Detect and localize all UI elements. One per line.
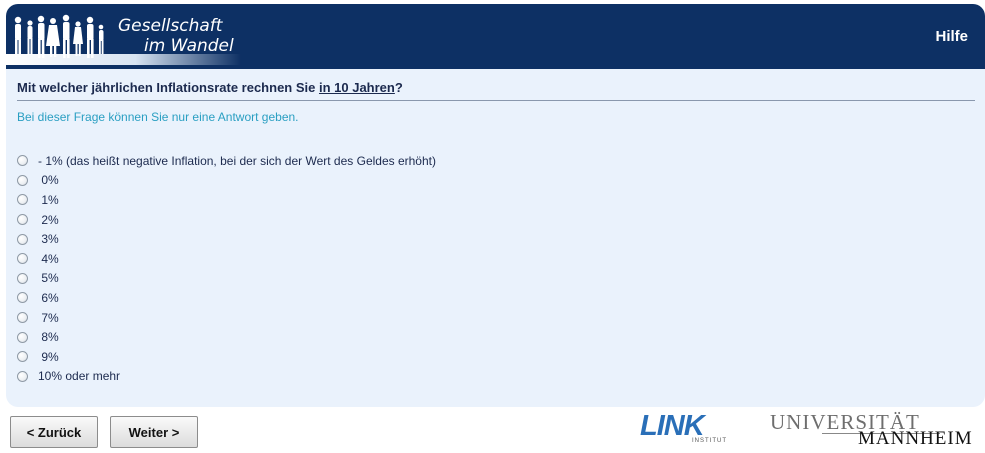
- option-6[interactable]: 6%: [17, 288, 436, 308]
- brand-title: Gesellschaft im Wandel: [118, 16, 234, 56]
- back-button[interactable]: < Zurück: [10, 416, 98, 448]
- next-button[interactable]: Weiter >: [110, 416, 198, 448]
- option-2[interactable]: 2%: [17, 210, 436, 230]
- question-time-emphasis: in 10 Jahren: [318, 80, 395, 95]
- people-silhouette-icon: [14, 14, 104, 58]
- link-institut-logo: LINK INSTITUT: [640, 410, 735, 450]
- help-link[interactable]: Hilfe: [935, 28, 968, 45]
- option-1[interactable]: 1%: [17, 190, 436, 210]
- gesellschaft-im-wandel-logo: Gesellschaft im Wandel: [6, 4, 241, 69]
- option-label: - 1% (das heißt negative Inflation, bei …: [38, 153, 436, 168]
- brand-line-1: Gesellschaft: [118, 16, 223, 36]
- option-label: 2%: [38, 212, 59, 227]
- radio-button[interactable]: [17, 214, 28, 226]
- radio-button[interactable]: [17, 370, 28, 382]
- question-text-end: ?: [394, 80, 403, 95]
- question-text-start: Mit welcher jährlichen Inflationsrate re…: [17, 80, 319, 95]
- radio-button[interactable]: [17, 253, 28, 265]
- brand-line-2: im Wandel: [144, 36, 234, 56]
- option-label: 0%: [38, 173, 59, 188]
- radio-button[interactable]: [17, 155, 28, 167]
- option-label: 9%: [38, 349, 59, 364]
- option-10-or-more[interactable]: 10% oder mehr: [17, 367, 436, 387]
- option-label: 4%: [38, 251, 59, 266]
- universitaet-mannheim-logo: UNIVERSITÄT MANNHEIM: [770, 410, 975, 450]
- option-minus-1[interactable]: - 1% (das heißt negative Inflation, bei …: [17, 151, 436, 171]
- radio-button[interactable]: [17, 331, 28, 343]
- option-7[interactable]: 7%: [17, 308, 436, 328]
- option-5[interactable]: 5%: [17, 269, 436, 289]
- radio-button[interactable]: [17, 194, 28, 206]
- header-bar: Gesellschaft im Wandel Hilfe: [6, 4, 985, 69]
- radio-button[interactable]: [17, 292, 28, 304]
- answer-instruction: Bei dieser Frage können Sie nur eine Ant…: [17, 110, 299, 124]
- radio-button[interactable]: [17, 351, 28, 363]
- option-8[interactable]: 8%: [17, 327, 436, 347]
- option-label: 7%: [38, 310, 59, 325]
- question-text: Mit welcher jährlichen Inflationsrate re…: [17, 80, 403, 95]
- option-3[interactable]: 3%: [17, 229, 436, 249]
- uni-logo-line-2: MANNHEIM: [858, 428, 973, 449]
- option-9[interactable]: 9%: [17, 347, 436, 367]
- option-4[interactable]: 4%: [17, 249, 436, 269]
- option-label: 1%: [38, 192, 59, 207]
- question-divider: [17, 100, 975, 101]
- answer-options: - 1% (das heißt negative Inflation, bei …: [17, 151, 436, 386]
- option-label: 3%: [38, 232, 59, 247]
- option-label: 6%: [38, 290, 59, 305]
- option-label: 8%: [38, 330, 59, 345]
- question-panel: Mit welcher jährlichen Inflationsrate re…: [6, 69, 985, 407]
- option-0[interactable]: 0%: [17, 171, 436, 191]
- radio-button[interactable]: [17, 312, 28, 324]
- radio-button[interactable]: [17, 233, 28, 245]
- option-label: 5%: [38, 271, 59, 286]
- link-logo-subtitle: INSTITUT: [692, 438, 727, 444]
- radio-button[interactable]: [17, 272, 28, 284]
- option-label: 10% oder mehr: [38, 369, 121, 384]
- radio-button[interactable]: [17, 174, 28, 186]
